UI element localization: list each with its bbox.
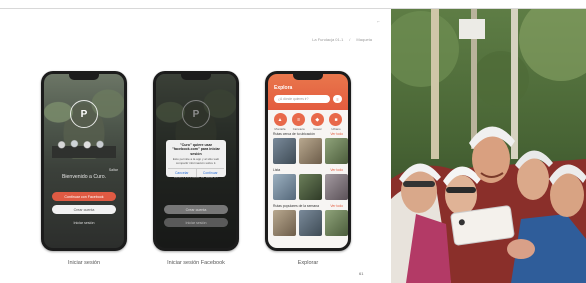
category-list: ▲ Montaña ≡ Carretera ◆ Gravel ■ Urbano (268, 110, 348, 131)
dialog-actions: Cancelar Continuar (168, 168, 225, 178)
dialog-cancel-button[interactable]: Cancelar (168, 169, 197, 178)
category-urban[interactable]: ■ Urbano (329, 113, 343, 131)
phone-notch (293, 74, 323, 80)
see-all-link[interactable]: Ver todo (330, 204, 343, 208)
cyclists-selfie-photo (391, 9, 586, 283)
section-header: Rutas populares de la semana Ver todo (273, 204, 343, 208)
phone-explore: Explora ¿A dónde quieres ir? ≡ ▲ Montaña… (265, 71, 351, 251)
facebook-permission-dialog: "Curo" quiere usar "facebook.com" para i… (166, 140, 226, 178)
phone-facebook-login: P Bienvenido a Curo. "Curo" quiere usar … (153, 71, 239, 251)
route-card[interactable] (299, 174, 322, 200)
route-card[interactable] (299, 210, 322, 236)
route-card-row (273, 210, 348, 236)
welcome-title: Bienvenido a Curo. (61, 174, 107, 180)
sliders-icon[interactable]: ≡ (333, 95, 342, 103)
breadcrumb-left: La Fundacja 01-1 (312, 37, 344, 42)
explore-content: ▲ Montaña ≡ Carretera ◆ Gravel ■ Urbano … (268, 110, 348, 248)
corner-mark: ⌐ (377, 19, 380, 25)
login-link[interactable]: Iniciar sesión (164, 218, 228, 227)
see-all-link[interactable]: Ver todo (330, 132, 343, 136)
explore-title: Explora (274, 85, 293, 91)
dialog-title: "Curo" quiere usar "facebook.com" para i… (172, 143, 220, 156)
login-link[interactable]: Iniciar sesión (52, 218, 116, 227)
route-card-row (273, 138, 348, 164)
mountain-icon: ▲ (273, 113, 287, 126)
route-card[interactable] (299, 138, 322, 164)
facebook-login-button[interactable]: Continuar con Facebook (52, 192, 116, 201)
category-mountain[interactable]: ▲ Montaña (273, 113, 287, 131)
gravel-icon: ◆ (310, 113, 324, 126)
category-gravel[interactable]: ◆ Gravel (310, 113, 324, 131)
route-card-row (273, 174, 348, 200)
cyclists-image (52, 136, 116, 158)
photo-illustration (391, 9, 586, 283)
section-header: Lista Ver todo (273, 168, 343, 172)
route-card[interactable] (273, 138, 296, 164)
skip-link[interactable]: Saltar (109, 168, 118, 172)
explore-screen: Explora ¿A dónde quieres ir? ≡ ▲ Montaña… (268, 74, 348, 248)
facebook-login-screen: P Bienvenido a Curo. "Curo" quiere usar … (156, 74, 236, 248)
create-account-button[interactable]: Crear cuenta (52, 205, 116, 214)
dialog-body: Esto permite a la app y al sitio web com… (172, 156, 220, 165)
route-card[interactable] (273, 210, 296, 236)
caption-facebook-login: Iniciar sesión Facebook (167, 260, 225, 266)
phone-login: P Saltar Bienvenido a Curo. Continuar co… (41, 71, 127, 251)
breadcrumb-separator: / (349, 37, 351, 42)
login-screen: P Saltar Bienvenido a Curo. Continuar co… (44, 74, 124, 248)
see-all-link[interactable]: Ver todo (330, 168, 343, 172)
phone-notch (69, 74, 99, 80)
caption-explore: Explorar (297, 260, 319, 266)
mockup-page: La Fundacja 01-1 / Maqueta ⌐ P Saltar Bi… (0, 9, 390, 283)
search-input[interactable]: ¿A dónde quieres ir? (274, 95, 330, 103)
category-road[interactable]: ≡ Carretera (292, 113, 306, 131)
page-number: 61 (359, 271, 364, 276)
breadcrumb-right: Maqueta (356, 37, 372, 42)
route-card[interactable] (325, 174, 348, 200)
curo-logo-icon: P (70, 100, 98, 128)
route-card[interactable] (273, 174, 296, 200)
presentation-canvas: La Fundacja 01-1 / Maqueta ⌐ P Saltar Bi… (0, 0, 586, 283)
city-icon: ■ (329, 113, 343, 126)
phone-notch (181, 74, 211, 80)
caption-login: Iniciar sesión (67, 260, 101, 266)
create-account-button[interactable]: Crear cuenta (164, 205, 228, 214)
section-header: Rutas cerca de tu ubicación Ver todo (273, 132, 343, 136)
dialog-continue-button[interactable]: Continuar (197, 169, 225, 177)
route-card[interactable] (325, 138, 348, 164)
route-card[interactable] (325, 210, 348, 236)
road-icon: ≡ (292, 113, 306, 126)
breadcrumb: La Fundacja 01-1 / Maqueta (312, 37, 372, 42)
